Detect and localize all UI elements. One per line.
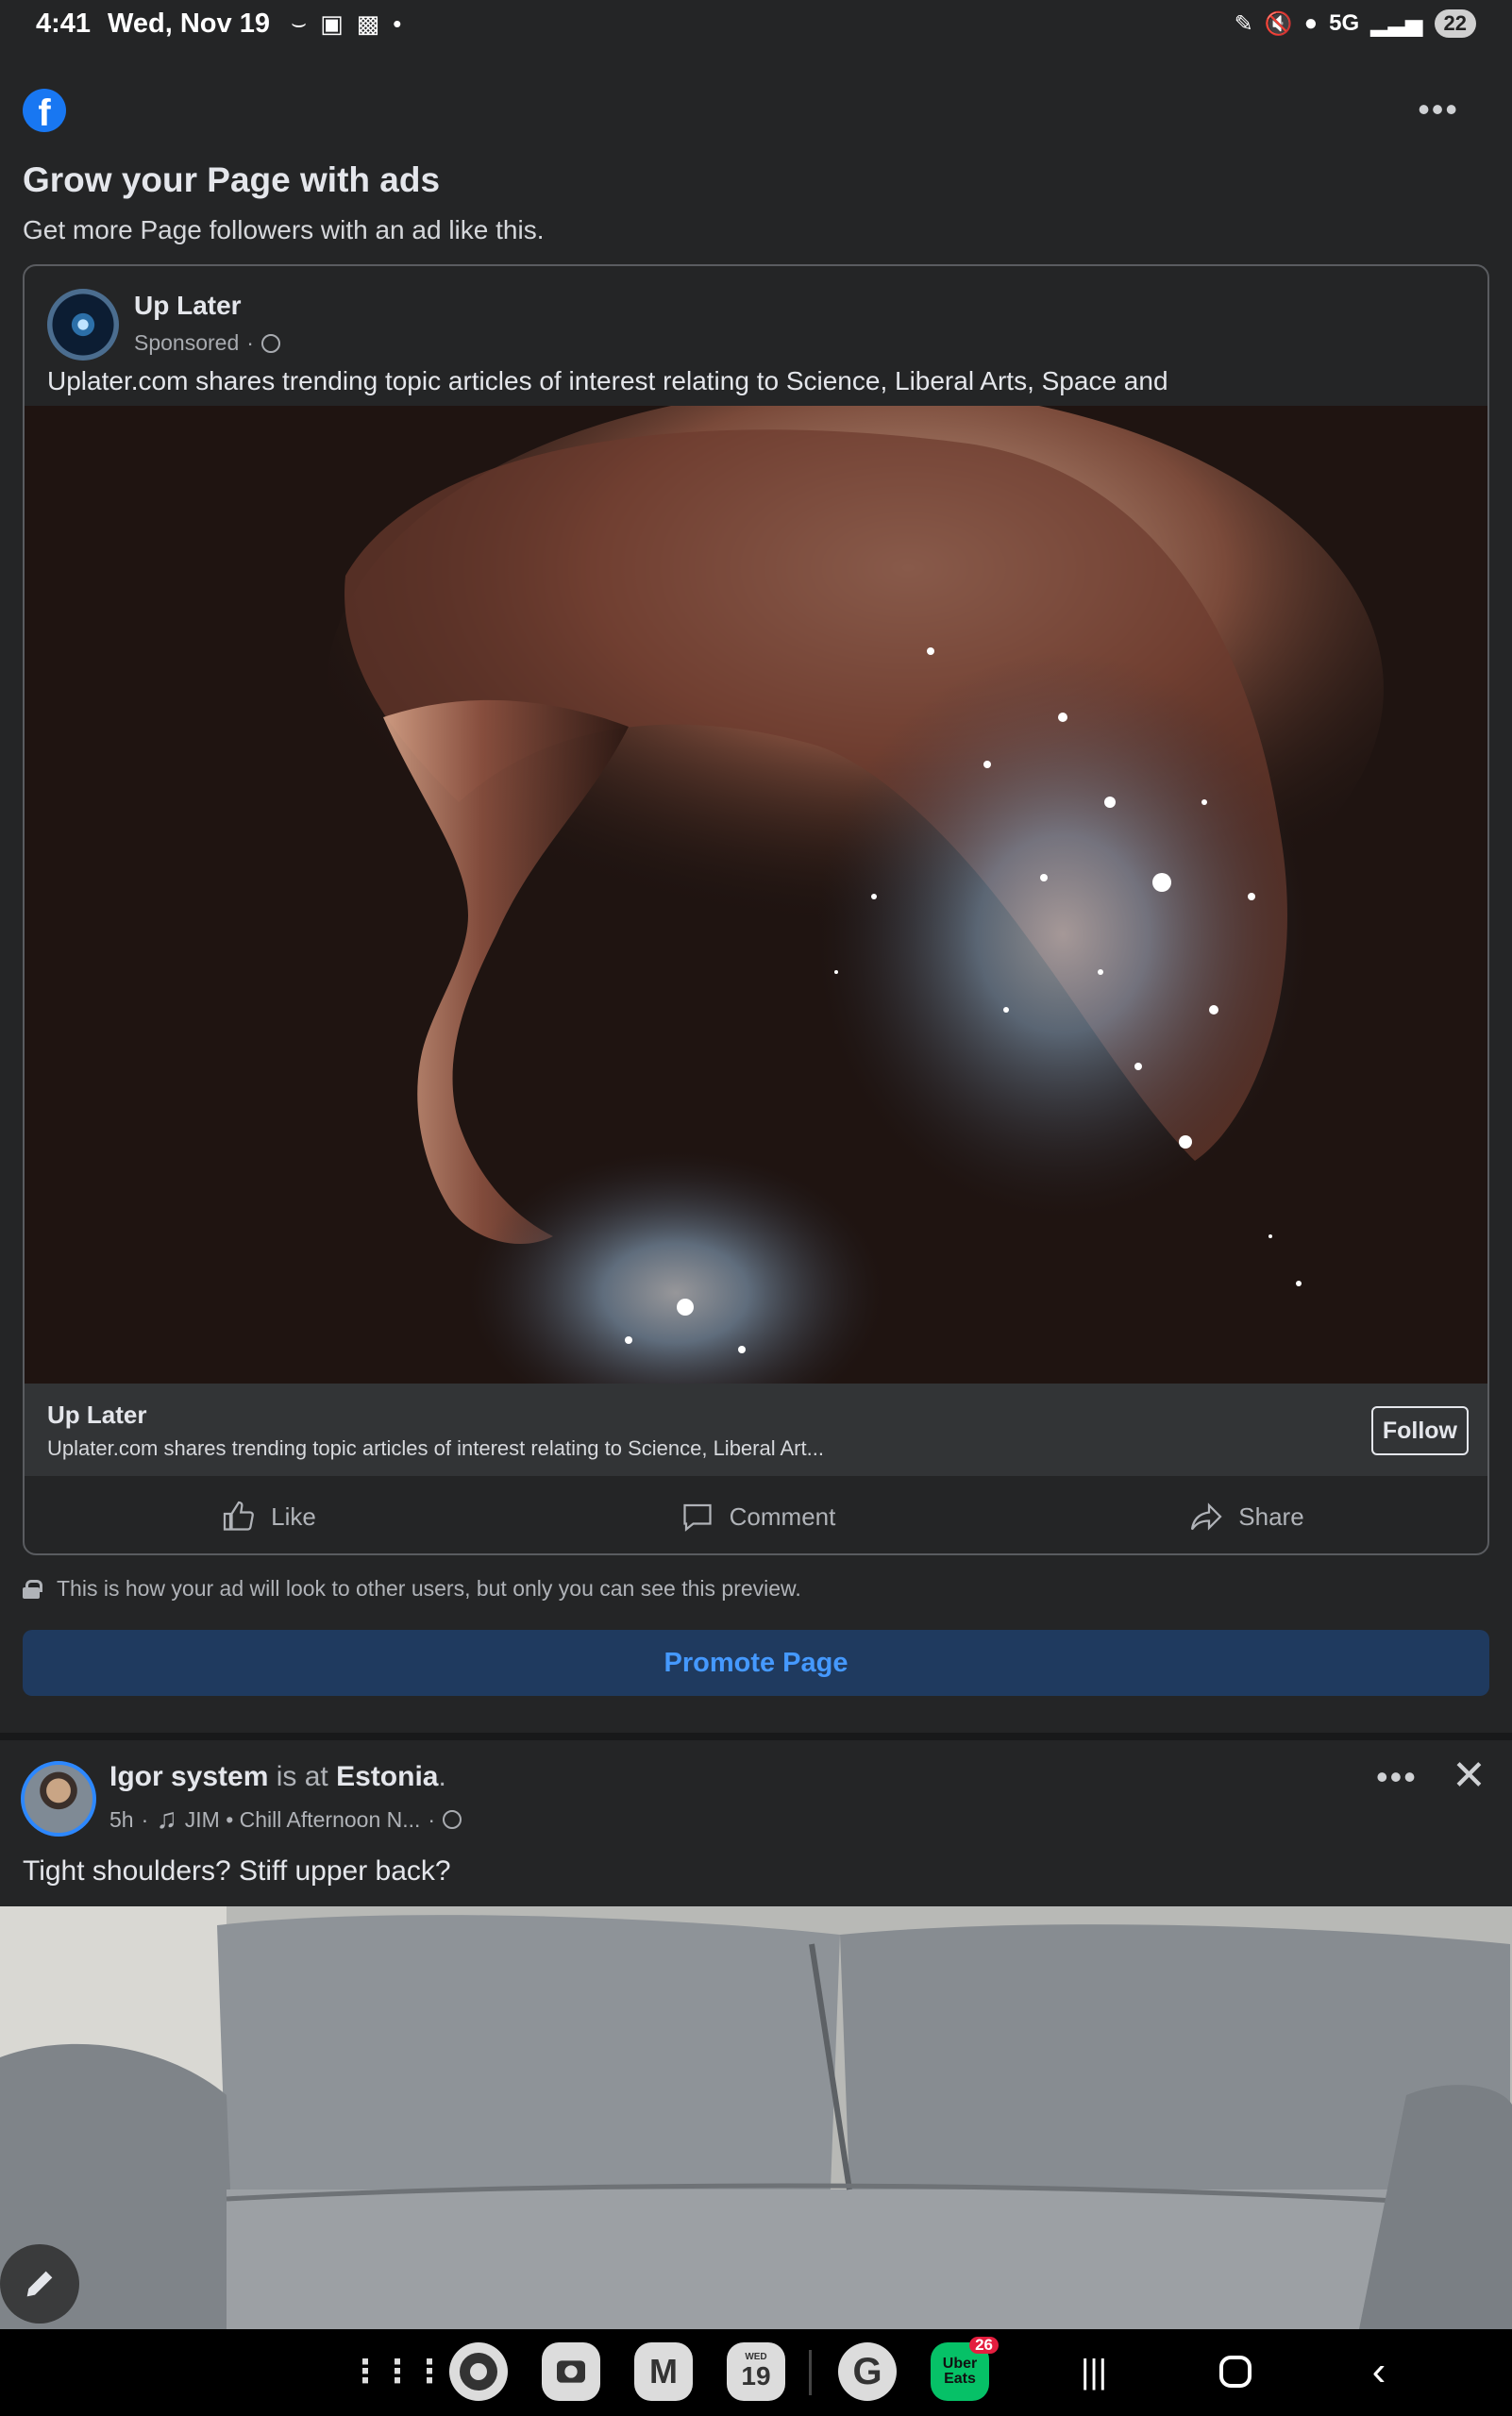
- location-icon: ●: [1303, 10, 1319, 36]
- separator-dot: ·: [246, 330, 254, 355]
- calendar-icon[interactable]: WED 19: [727, 2342, 785, 2401]
- save-icon: ▩: [356, 8, 380, 38]
- share-icon: [1191, 1502, 1222, 1531]
- sponsored-label: Sponsored: [134, 330, 240, 355]
- status-time: 4:41: [36, 8, 92, 39]
- like-button[interactable]: Like: [25, 1476, 513, 1553]
- screenshot-icon: ▣: [320, 8, 344, 38]
- status-bar: 4:41 Wed, Nov 19 ⌣ ▣ ▩ • ✎ 🔇 ● 5G ▂▃▅ 22: [0, 0, 1512, 47]
- ad-image[interactable]: [25, 406, 1487, 1384]
- comment-label: Comment: [729, 1502, 836, 1531]
- compose-button[interactable]: [0, 2244, 79, 2324]
- ad-action-bar: Like Comment Share: [25, 1476, 1487, 1553]
- promote-page-button[interactable]: Promote Page: [23, 1630, 1489, 1696]
- signal-icon: ▂▃▅: [1370, 10, 1423, 37]
- mute-icon: 🔇: [1264, 10, 1293, 37]
- comment-button[interactable]: Comment: [513, 1476, 1002, 1553]
- ad-text: Uplater.com shares trending topic articl…: [47, 366, 1168, 395]
- ad-footer-name: Up Later: [47, 1401, 147, 1429]
- pencil-icon: [26, 2271, 53, 2297]
- separator-dot: ·: [428, 1806, 436, 1832]
- ubereats-label: Uber Eats: [942, 2356, 978, 2387]
- comment-icon: [683, 1503, 712, 1532]
- gmail-icon[interactable]: M: [634, 2342, 693, 2401]
- lock-icon: [23, 1579, 42, 1599]
- separator-dot: ·: [141, 1806, 149, 1832]
- share-label: Share: [1238, 1502, 1304, 1531]
- close-icon[interactable]: ✕: [1452, 1755, 1487, 1797]
- calendar-day: 19: [741, 2361, 771, 2391]
- thumbs-up-icon: [224, 1501, 255, 1531]
- post-more-icon[interactable]: •••: [1376, 1757, 1418, 1797]
- notification-badge: 26: [969, 2337, 999, 2354]
- post-time: 5h: [109, 1806, 134, 1832]
- google-icon[interactable]: G: [838, 2342, 897, 2401]
- globe-icon: [443, 1810, 462, 1829]
- promo-subtitle: Get more Page followers with an ad like …: [23, 215, 545, 244]
- facebook-logo-icon[interactable]: f: [23, 89, 66, 132]
- follow-button[interactable]: Follow: [1370, 1406, 1469, 1455]
- cosmic-face-image: [25, 406, 1487, 1384]
- system-navbar: ⋮⋮⋮ M WED 19 G Uber Eats 26 ||| ‹: [0, 2329, 1512, 2416]
- recents-icon[interactable]: |||: [1065, 2342, 1123, 2401]
- ad-sponsored-line: Sponsored ·: [134, 330, 280, 356]
- more-horizontal-icon[interactable]: •••: [1418, 90, 1459, 129]
- ad-preview-card: Up Later Sponsored · Uplater.com shares …: [23, 264, 1489, 1555]
- post-music[interactable]: JIM • Chill Afternoon N...: [185, 1807, 421, 1833]
- like-label: Like: [271, 1502, 316, 1531]
- share-button[interactable]: Share: [1002, 1476, 1487, 1553]
- smile-icon: ⌣: [290, 8, 308, 37]
- post-author-name[interactable]: Igor system: [109, 1761, 268, 1792]
- home-icon[interactable]: [1206, 2342, 1265, 2401]
- post-image[interactable]: [0, 1906, 1512, 2329]
- post-text: Tight shoulders? Stiff upper back?: [23, 1855, 451, 1887]
- notification-icons: ⌣ ▣ ▩ •: [291, 8, 401, 39]
- music-note-icon: ♫: [156, 1804, 177, 1835]
- battery-badge: 22: [1434, 9, 1476, 38]
- dot-icon: •: [393, 8, 402, 38]
- network-label: 5G: [1329, 10, 1360, 36]
- globe-icon: [260, 333, 280, 353]
- post-is-at: is at: [276, 1761, 328, 1792]
- post-location[interactable]: Estonia: [336, 1761, 438, 1792]
- ad-footer[interactable]: Up Later Uplater.com shares trending top…: [25, 1384, 1487, 1476]
- preview-note-text: This is how your ad will look to other u…: [57, 1576, 801, 1601]
- ubereats-icon[interactable]: Uber Eats 26: [931, 2337, 999, 2401]
- post-meta: 5h · ♫ JIM • Chill Afternoon N... ·: [109, 1804, 462, 1836]
- ad-page-avatar[interactable]: [47, 289, 119, 361]
- post-author-avatar[interactable]: [21, 1761, 96, 1837]
- camera-icon[interactable]: [542, 2342, 600, 2401]
- feed-divider: [0, 1733, 1512, 1740]
- sofa-image: [0, 1906, 1512, 2329]
- app-drawer-icon[interactable]: ⋮⋮⋮: [349, 2342, 445, 2401]
- pen-icon: ✎: [1234, 10, 1253, 37]
- preview-note: This is how your ad will look to other u…: [23, 1576, 801, 1602]
- taskbar-separator: [809, 2350, 812, 2395]
- ad-page-name[interactable]: Up Later: [134, 291, 242, 321]
- promo-title: Grow your Page with ads: [23, 160, 441, 199]
- back-icon[interactable]: ‹: [1350, 2342, 1408, 2401]
- chrome-icon[interactable]: [449, 2342, 508, 2401]
- status-date: Wed, Nov 19: [108, 8, 270, 39]
- post-header: Igor system is at Estonia.: [109, 1761, 446, 1792]
- ad-footer-description: Uplater.com shares trending topic articl…: [47, 1436, 824, 1460]
